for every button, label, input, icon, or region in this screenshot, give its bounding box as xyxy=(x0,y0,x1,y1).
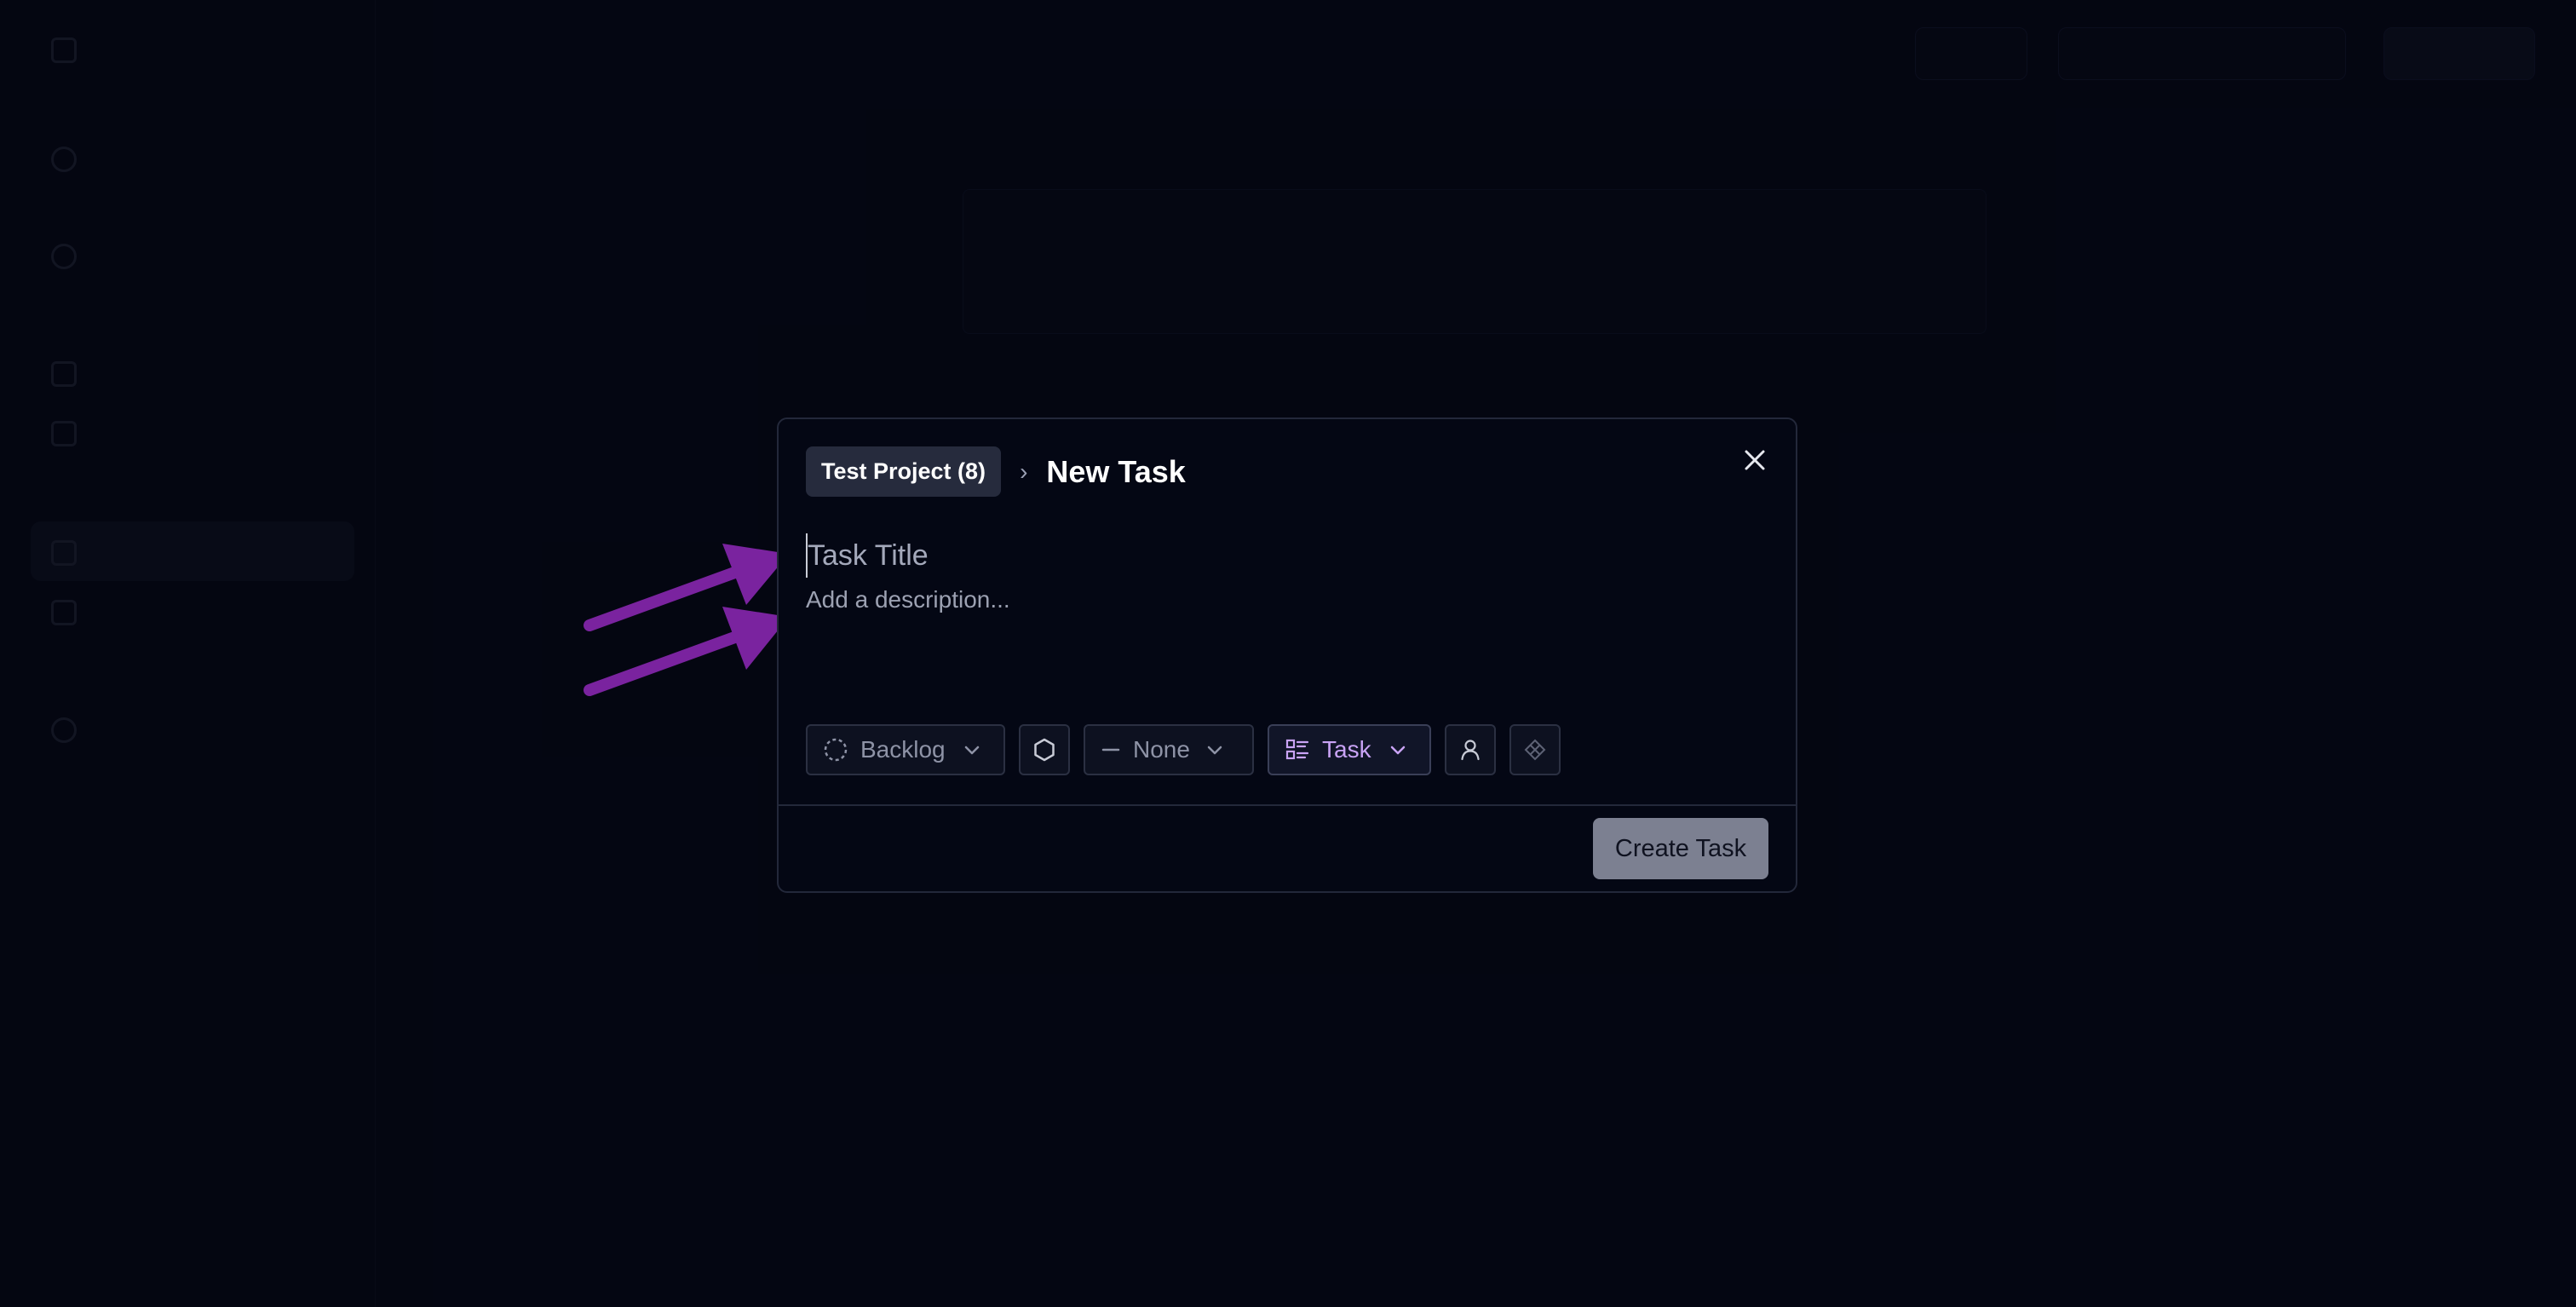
status-select-label: Backlog xyxy=(860,736,946,763)
task-type-select[interactable]: Task xyxy=(1268,724,1431,775)
breadcrumb-separator: › xyxy=(1020,458,1028,485)
task-properties-toolbar: Backlog None Task xyxy=(806,724,1561,775)
create-task-button[interactable]: Create Task xyxy=(1593,818,1768,879)
close-icon xyxy=(1745,450,1765,470)
dialog-title: New Task xyxy=(1046,453,1186,489)
chevron-down-icon xyxy=(1207,746,1222,755)
chevron-down-icon xyxy=(1390,746,1405,755)
component-button[interactable] xyxy=(1509,724,1561,775)
hexagon-icon xyxy=(1034,738,1055,762)
diamond-grid-icon xyxy=(1524,739,1546,761)
dialog-header: Test Project (8) › New Task xyxy=(806,446,1186,497)
task-type-select-label: Task xyxy=(1322,736,1371,763)
list-icon xyxy=(1285,739,1309,760)
task-title-input[interactable] xyxy=(806,533,1762,578)
assignee-button[interactable] xyxy=(1445,724,1496,775)
person-icon xyxy=(1461,740,1480,761)
chevron-down-icon xyxy=(964,746,979,755)
new-task-dialog: Test Project (8) › New Task Backlog xyxy=(777,417,1797,893)
dashed-circle-icon xyxy=(824,738,848,762)
labels-button[interactable] xyxy=(1019,724,1070,775)
task-description-input[interactable] xyxy=(806,586,1760,680)
close-button[interactable] xyxy=(1736,441,1774,479)
project-chip[interactable]: Test Project (8) xyxy=(806,446,1002,497)
dialog-footer-divider xyxy=(779,804,1796,806)
app-root: Test Project (8) › New Task Backlog xyxy=(0,0,2576,1307)
status-select[interactable]: Backlog xyxy=(806,724,1005,775)
dash-icon xyxy=(1101,748,1120,751)
priority-select-label: None xyxy=(1133,736,1190,763)
priority-select[interactable]: None xyxy=(1084,724,1254,775)
